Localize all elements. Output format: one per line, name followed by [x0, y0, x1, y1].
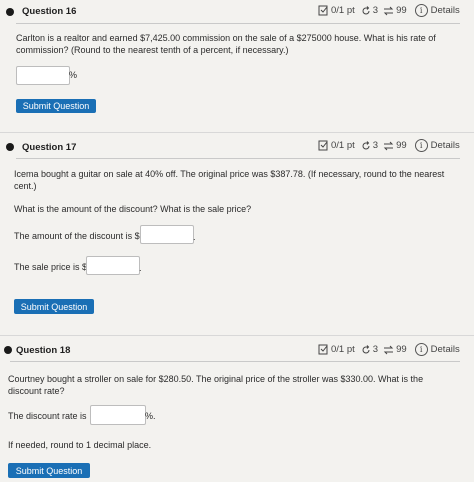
attempts-count: 99 — [396, 5, 407, 16]
period: . — [193, 232, 196, 242]
section-divider — [0, 132, 474, 133]
question-meta: 0/1 pt 3 99 i Details — [318, 139, 460, 152]
percent-unit: % — [69, 70, 78, 80]
retry-icon — [361, 140, 371, 151]
question-meta: 0/1 pt 3 99 i Details — [318, 4, 460, 17]
rounding-note: If needed, round to 1 decimal place. — [8, 440, 152, 450]
score-text: 0/1 pt — [331, 5, 355, 16]
question-bullet-icon — [6, 8, 14, 16]
submit-question-button[interactable]: Submit Question — [16, 99, 96, 113]
question-text: Icema bought a guitar on sale at 40% off… — [14, 169, 445, 191]
retries-count: 3 — [372, 5, 379, 16]
attempts-icon — [383, 345, 394, 355]
submit-question-button[interactable]: Submit Question — [8, 463, 90, 478]
retries-count: 3 — [372, 344, 379, 355]
attempts-icon — [383, 141, 394, 151]
period: . — [139, 263, 142, 273]
question-prompt: What is the amount of the discount? What… — [14, 204, 252, 214]
details-link[interactable]: Details — [431, 344, 460, 355]
question-title: Question 18 — [16, 345, 71, 356]
details-link[interactable]: Details — [431, 140, 460, 151]
commission-rate-input[interactable] — [16, 66, 70, 85]
section-divider — [0, 335, 474, 336]
info-icon[interactable]: i — [414, 343, 428, 356]
details-link[interactable]: Details — [431, 5, 460, 16]
percent-unit: %. — [145, 411, 156, 421]
question-title: Question 16 — [22, 6, 77, 17]
attempts-icon — [383, 6, 394, 16]
attempts-count: 99 — [396, 344, 407, 355]
submit-question-button[interactable]: Submit Question — [14, 299, 94, 314]
sale-price-label: The sale price is $ — [14, 262, 88, 272]
retries-count: 3 — [372, 140, 379, 151]
retry-icon — [361, 5, 371, 16]
question-meta: 0/1 pt 3 99 i Details — [318, 343, 460, 356]
info-icon[interactable]: i — [414, 139, 428, 152]
divider — [10, 361, 460, 362]
attempts-count: 99 — [396, 140, 407, 151]
divider — [16, 158, 460, 159]
edit-score-icon — [318, 5, 329, 16]
edit-score-icon — [318, 344, 329, 355]
question-bullet-icon — [6, 143, 14, 151]
discount-amount-input[interactable] — [140, 225, 194, 244]
retry-icon — [361, 344, 371, 355]
discount-rate-input[interactable] — [90, 405, 146, 425]
discount-rate-label: The discount rate is — [8, 411, 87, 421]
edit-score-icon — [318, 140, 329, 151]
sale-price-input[interactable] — [86, 256, 140, 275]
score-text: 0/1 pt — [331, 140, 355, 151]
question-bullet-icon — [4, 346, 12, 354]
question-text: Courtney bought a stroller on sale for $… — [8, 374, 424, 396]
info-icon[interactable]: i — [414, 4, 428, 17]
question-title: Question 17 — [22, 142, 77, 153]
discount-label: The amount of the discount is $ — [14, 231, 140, 241]
score-text: 0/1 pt — [331, 344, 355, 355]
divider — [16, 23, 460, 24]
question-text: Carlton is a realtor and earned $7,425.0… — [16, 33, 436, 55]
